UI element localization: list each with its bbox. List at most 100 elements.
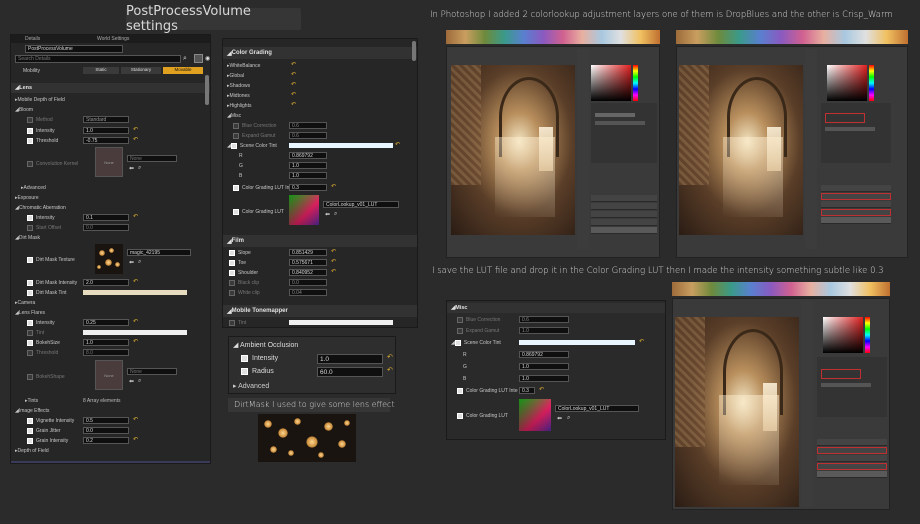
section-lens-flares[interactable]: ◢ Lens Flares (11, 308, 210, 317)
dirt-intensity-field[interactable]: 2.0 (83, 279, 129, 286)
hue-slider[interactable] (869, 65, 874, 101)
vignette-field[interactable]: 0.5 (83, 417, 129, 424)
lut-checkbox[interactable] (233, 208, 239, 215)
ca-intensity-checkbox[interactable] (27, 214, 33, 221)
cg-whitebalance[interactable]: ▸ WhiteBalance (223, 61, 417, 70)
ao-radius-field[interactable]: 60.0 (317, 367, 383, 377)
scrollbar[interactable] (205, 75, 209, 105)
back-arrow-icon[interactable]: ⬅ (129, 259, 134, 266)
grid-view-icon[interactable] (194, 54, 203, 63)
section-misc[interactable]: ◢ Misc (447, 303, 665, 313)
bokeh-size-field[interactable]: 1.0 (83, 339, 129, 346)
bokeh-shape-select[interactable]: None (127, 368, 177, 375)
back-arrow-icon[interactable]: ⬅ (129, 165, 134, 172)
scene-tint-swatch[interactable] (289, 143, 393, 148)
reset-arrow-icon[interactable]: ↶ (331, 269, 337, 275)
bloom-threshold-field[interactable]: -0.75 (83, 137, 129, 144)
cg-misc[interactable]: ◢ Misc (223, 111, 417, 120)
dirt-tint-checkbox[interactable] (27, 289, 33, 296)
ca-intensity-field[interactable]: 0.1 (83, 214, 129, 221)
browse-search-icon[interactable]: ⌕ (138, 378, 141, 385)
reset-arrow-icon[interactable]: ↶ (387, 354, 393, 361)
grain-jitter-checkbox[interactable] (27, 427, 33, 434)
lp-expand-gamut-field[interactable]: 1.0 (519, 327, 569, 334)
back-arrow-icon[interactable]: ⬅ (557, 415, 562, 422)
object-name-field[interactable]: PostProcessVolume (25, 45, 123, 53)
grain-intensity-field[interactable]: 0.2 (83, 437, 129, 444)
bloom-advanced[interactable]: ▸ Advanced (11, 183, 210, 192)
browse-search-icon[interactable]: ⌕ (334, 211, 337, 218)
kernel-select[interactable]: None (127, 155, 177, 162)
eye-icon[interactable]: ◉ (205, 55, 210, 62)
ca-offset-field[interactable]: 0.0 (83, 224, 129, 231)
bloom-intensity-field[interactable]: 1.0 (83, 127, 129, 134)
section-color-grading[interactable]: ◢ Color Grading (223, 47, 417, 59)
lp-lut-checkbox[interactable] (457, 412, 463, 419)
lp-lut-intensity-field[interactable]: 0.3 (519, 387, 535, 394)
section-exposure[interactable]: ▸ Exposure (11, 193, 210, 202)
lut-intensity-field[interactable]: 0.3 (289, 184, 327, 191)
bokeh-size-checkbox[interactable] (27, 339, 33, 346)
tint-g-field[interactable]: 1.0 (289, 162, 327, 169)
reset-arrow-icon[interactable]: ↶ (291, 62, 297, 68)
ao-radius-checkbox[interactable] (241, 368, 248, 375)
color-picker[interactable] (591, 65, 631, 101)
grain-intensity-checkbox[interactable] (27, 437, 33, 444)
reset-arrow-icon[interactable]: ↶ (133, 417, 139, 423)
dirt-tint-swatch[interactable] (83, 290, 187, 295)
reset-arrow-icon[interactable]: ↶ (331, 259, 337, 265)
ps-tool-strip[interactable] (801, 301, 813, 507)
reset-arrow-icon[interactable]: ↶ (395, 142, 401, 148)
scrollbar[interactable] (412, 41, 416, 61)
section-chromatic[interactable]: ◢ Chromatic Aberration (11, 203, 210, 212)
tint-b-field[interactable]: 1.0 (289, 172, 327, 179)
flare-threshold-field[interactable]: 8.0 (83, 349, 129, 356)
grain-jitter-field[interactable]: 0.0 (83, 427, 129, 434)
ao-header[interactable]: ◢ Ambient Occlusion (233, 341, 298, 349)
back-arrow-icon[interactable]: ⬅ (129, 378, 134, 385)
white-clip-field[interactable]: 0.04 (289, 289, 327, 296)
reset-arrow-icon[interactable]: ↶ (539, 387, 545, 393)
color-picker[interactable] (823, 317, 863, 353)
expand-gamut-field[interactable]: 0.6 (289, 132, 327, 139)
slope-field[interactable]: 0.851429 (289, 249, 327, 256)
lut-thumbnail[interactable] (289, 195, 319, 225)
section-dirt-mask[interactable]: ◢ Dirt Mask (11, 233, 210, 242)
reset-arrow-icon[interactable]: ↶ (133, 127, 139, 133)
lut-select[interactable]: ColorLookup_v01_LUT (323, 201, 399, 208)
flare-intensity-field[interactable]: 0.25 (83, 319, 129, 326)
reset-arrow-icon[interactable]: ↶ (639, 339, 645, 345)
black-clip-field[interactable]: 0.0 (289, 279, 327, 286)
section-mobile-tonemapper[interactable]: ◢ Mobile Tonemapper (223, 305, 417, 317)
lut-intensity-checkbox[interactable] (233, 184, 239, 191)
reset-arrow-icon[interactable]: ↶ (133, 214, 139, 220)
dirt-mask-thumbnail[interactable] (95, 244, 123, 274)
reset-arrow-icon[interactable]: ↶ (331, 249, 337, 255)
color-picker[interactable] (827, 65, 867, 101)
lp-lut-select[interactable]: ColorLookup_v01_LUT (555, 405, 639, 412)
section-mobile-dof[interactable]: ▸ Mobile Depth of Field (11, 95, 210, 104)
reset-arrow-icon[interactable]: ↶ (133, 319, 139, 325)
mt-tint-swatch[interactable] (289, 320, 393, 325)
slope-checkbox[interactable] (229, 249, 235, 256)
vignette-checkbox[interactable] (27, 417, 33, 424)
lp-scene-tint-swatch[interactable] (519, 340, 635, 345)
section-camera[interactable]: ▸ Camera (11, 298, 210, 307)
ps-tool-strip[interactable] (805, 49, 817, 249)
cg-highlights[interactable]: ▸ Highlights (223, 101, 417, 110)
hue-slider[interactable] (633, 65, 638, 101)
reset-arrow-icon[interactable]: ↶ (133, 437, 139, 443)
lp-tint-g-field[interactable]: 1.0 (519, 363, 569, 370)
bloom-intensity-checkbox[interactable] (27, 127, 33, 134)
ao-advanced[interactable]: ▸ Advanced (233, 382, 269, 390)
lp-tint-r-field[interactable]: 0.869792 (519, 351, 569, 358)
reset-arrow-icon[interactable]: ↶ (133, 279, 139, 285)
reset-arrow-icon[interactable]: ↶ (133, 137, 139, 143)
reset-arrow-icon[interactable]: ↶ (291, 92, 297, 98)
dirt-texture-checkbox[interactable] (27, 256, 33, 263)
tint-r-field[interactable]: 0.869792 (289, 152, 327, 159)
cg-midtones[interactable]: ▸ Midtones (223, 91, 417, 100)
shoulder-field[interactable]: 0.840952 (289, 269, 327, 276)
hue-slider[interactable] (865, 317, 870, 353)
mobility-movable[interactable]: Movable (163, 67, 203, 74)
